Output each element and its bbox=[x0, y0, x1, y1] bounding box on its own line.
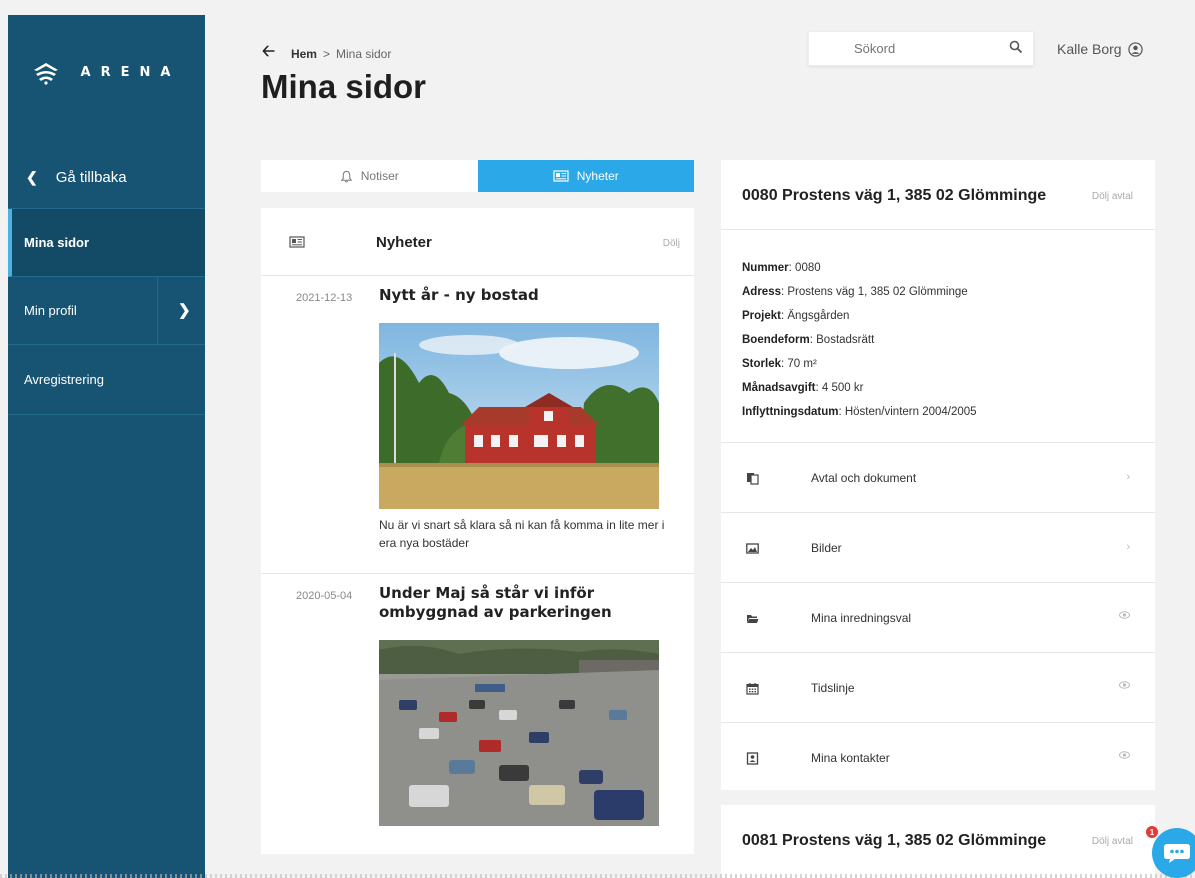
property-details: Nummer: 0080 Adress: Prostens väg 1, 385… bbox=[721, 230, 1155, 443]
sidebar-item-avregistrering[interactable]: Avregistrering bbox=[8, 345, 205, 415]
newspaper-icon bbox=[553, 170, 569, 182]
news-panel: Nyheter Dölj 2021-12-13 Nytt år - ny bos… bbox=[261, 208, 694, 854]
back-button[interactable]: ❮ Gå tillbaka bbox=[8, 147, 205, 209]
detail-row: Inflyttningsdatum: Hösten/vintern 2004/2… bbox=[742, 406, 977, 418]
menu-mina-kontakter[interactable]: Mina kontakter bbox=[721, 723, 1155, 793]
breadcrumb-home[interactable]: Hem bbox=[291, 47, 317, 61]
chat-button[interactable] bbox=[1152, 828, 1195, 878]
eye-icon bbox=[1119, 751, 1130, 759]
chevron-left-icon: ❮ bbox=[26, 169, 38, 185]
menu-label: Bilder bbox=[811, 541, 842, 555]
documents-icon bbox=[747, 473, 759, 485]
menu-label: Mina kontakter bbox=[811, 751, 890, 765]
logo-text: ARENA bbox=[80, 65, 181, 80]
chevron-right-icon: › bbox=[1126, 541, 1130, 553]
breadcrumb: 🡠 Hem > Mina sidor bbox=[262, 40, 391, 67]
property-card: 0080 Prostens väg 1, 385 02 Glömminge Dö… bbox=[721, 160, 1155, 790]
article-date: 2021-12-13 bbox=[296, 292, 353, 304]
article-headline[interactable]: Nytt år - ny bostad bbox=[379, 286, 669, 305]
arrow-left-icon[interactable]: 🡠 bbox=[262, 40, 275, 67]
tab-nyheter[interactable]: Nyheter bbox=[477, 160, 694, 192]
detail-row: Projekt: Ängsgården bbox=[742, 310, 850, 322]
detail-row: Månadsavgift: 4 500 kr bbox=[742, 382, 864, 394]
breadcrumb-current: Mina sidor bbox=[336, 46, 392, 61]
newspaper-icon bbox=[289, 236, 305, 248]
sidebar-item-mina-sidor[interactable]: Mina sidor bbox=[8, 209, 205, 277]
divider bbox=[157, 277, 158, 345]
article-headline[interactable]: Under Maj så står vi inför ombyggnad av … bbox=[379, 584, 669, 622]
bell-icon bbox=[340, 170, 352, 182]
article-image bbox=[379, 640, 659, 826]
tab-bar: Notiser Nyheter bbox=[261, 160, 694, 192]
sidebar-item-label: Avregistrering bbox=[24, 372, 104, 387]
detail-row: Adress: Prostens väg 1, 385 02 Glömminge bbox=[742, 286, 968, 298]
news-article[interactable]: 2020-05-04 Under Maj så står vi inför om… bbox=[261, 574, 694, 854]
menu-avtal-och-dokument[interactable]: Avtal och dokument › bbox=[721, 443, 1155, 513]
news-article[interactable]: 2021-12-13 Nytt år - ny bostad Nu är vi … bbox=[261, 276, 694, 574]
sidebar-item-label: Mina sidor bbox=[24, 235, 90, 250]
property-header: 0080 Prostens väg 1, 385 02 Glömminge Dö… bbox=[721, 160, 1155, 230]
chevron-right-icon: › bbox=[1126, 471, 1130, 483]
hide-news-button[interactable]: Dölj bbox=[663, 238, 680, 249]
contact-icon bbox=[746, 752, 759, 765]
folder-icon bbox=[747, 615, 759, 623]
search-box bbox=[808, 31, 1034, 66]
menu-label: Mina inredningsval bbox=[811, 611, 912, 625]
hide-contract-button[interactable]: Dölj avtal bbox=[1092, 836, 1133, 847]
search-input[interactable] bbox=[854, 41, 1004, 56]
detail-row: Storlek: 70 m² bbox=[742, 358, 817, 370]
sidebar-item-label: Min profil bbox=[24, 303, 77, 318]
user-menu[interactable]: Kalle Borg bbox=[1057, 41, 1143, 57]
news-header: Nyheter Dölj bbox=[261, 208, 694, 276]
tab-label: Notiser bbox=[360, 169, 399, 183]
logo[interactable]: ARENA bbox=[8, 15, 205, 130]
hide-contract-button[interactable]: Dölj avtal bbox=[1092, 191, 1133, 202]
eye-icon bbox=[1119, 611, 1130, 619]
detail-row: Nummer: 0080 bbox=[742, 262, 821, 274]
page-footer-strip bbox=[0, 874, 1195, 878]
menu-label: Tidslinje bbox=[811, 681, 855, 695]
image-icon bbox=[746, 543, 759, 554]
page-title: Mina sidor bbox=[261, 68, 427, 105]
tab-notiser[interactable]: Notiser bbox=[261, 160, 478, 192]
tab-label: Nyheter bbox=[576, 169, 619, 183]
user-avatar-icon bbox=[1127, 41, 1143, 57]
detail-row: Boendeform: Bostadsrätt bbox=[742, 334, 875, 346]
sidebar: ARENA ❮ Gå tillbaka Mina sidor Min profi… bbox=[8, 15, 205, 878]
chevron-right-icon[interactable]: ❯ bbox=[178, 301, 191, 319]
sidebar-item-min-profil[interactable]: Min profil ❯ bbox=[8, 277, 205, 345]
eye-icon bbox=[1119, 681, 1130, 689]
menu-label: Avtal och dokument bbox=[811, 471, 917, 485]
notification-badge: 1 bbox=[1146, 826, 1158, 838]
article-date: 2020-05-04 bbox=[296, 590, 353, 602]
breadcrumb-separator: > bbox=[322, 46, 330, 61]
property-title: 0080 Prostens väg 1, 385 02 Glömminge bbox=[742, 187, 1047, 204]
search-icon[interactable] bbox=[1009, 40, 1023, 54]
menu-tidslinje[interactable]: Tidslinje bbox=[721, 653, 1155, 723]
user-name: Kalle Borg bbox=[1057, 41, 1122, 57]
back-label: Gå tillbaka bbox=[55, 169, 127, 186]
menu-bilder[interactable]: Bilder › bbox=[721, 513, 1155, 583]
menu-mina-inredningsval[interactable]: Mina inredningsval bbox=[721, 583, 1155, 653]
chat-icon bbox=[1164, 844, 1190, 863]
news-title: Nyheter bbox=[376, 234, 432, 251]
property-title: 0081 Prostens väg 1, 385 02 Glömminge bbox=[742, 832, 1047, 849]
arena-logo-icon bbox=[33, 62, 58, 85]
article-image bbox=[379, 323, 659, 509]
property-header: 0081 Prostens väg 1, 385 02 Glömminge Dö… bbox=[721, 805, 1155, 875]
property-card: 0081 Prostens väg 1, 385 02 Glömminge Dö… bbox=[721, 805, 1155, 878]
article-body: Nu är vi snart så klara så ni kan få kom… bbox=[379, 518, 665, 550]
calendar-icon bbox=[746, 683, 759, 695]
